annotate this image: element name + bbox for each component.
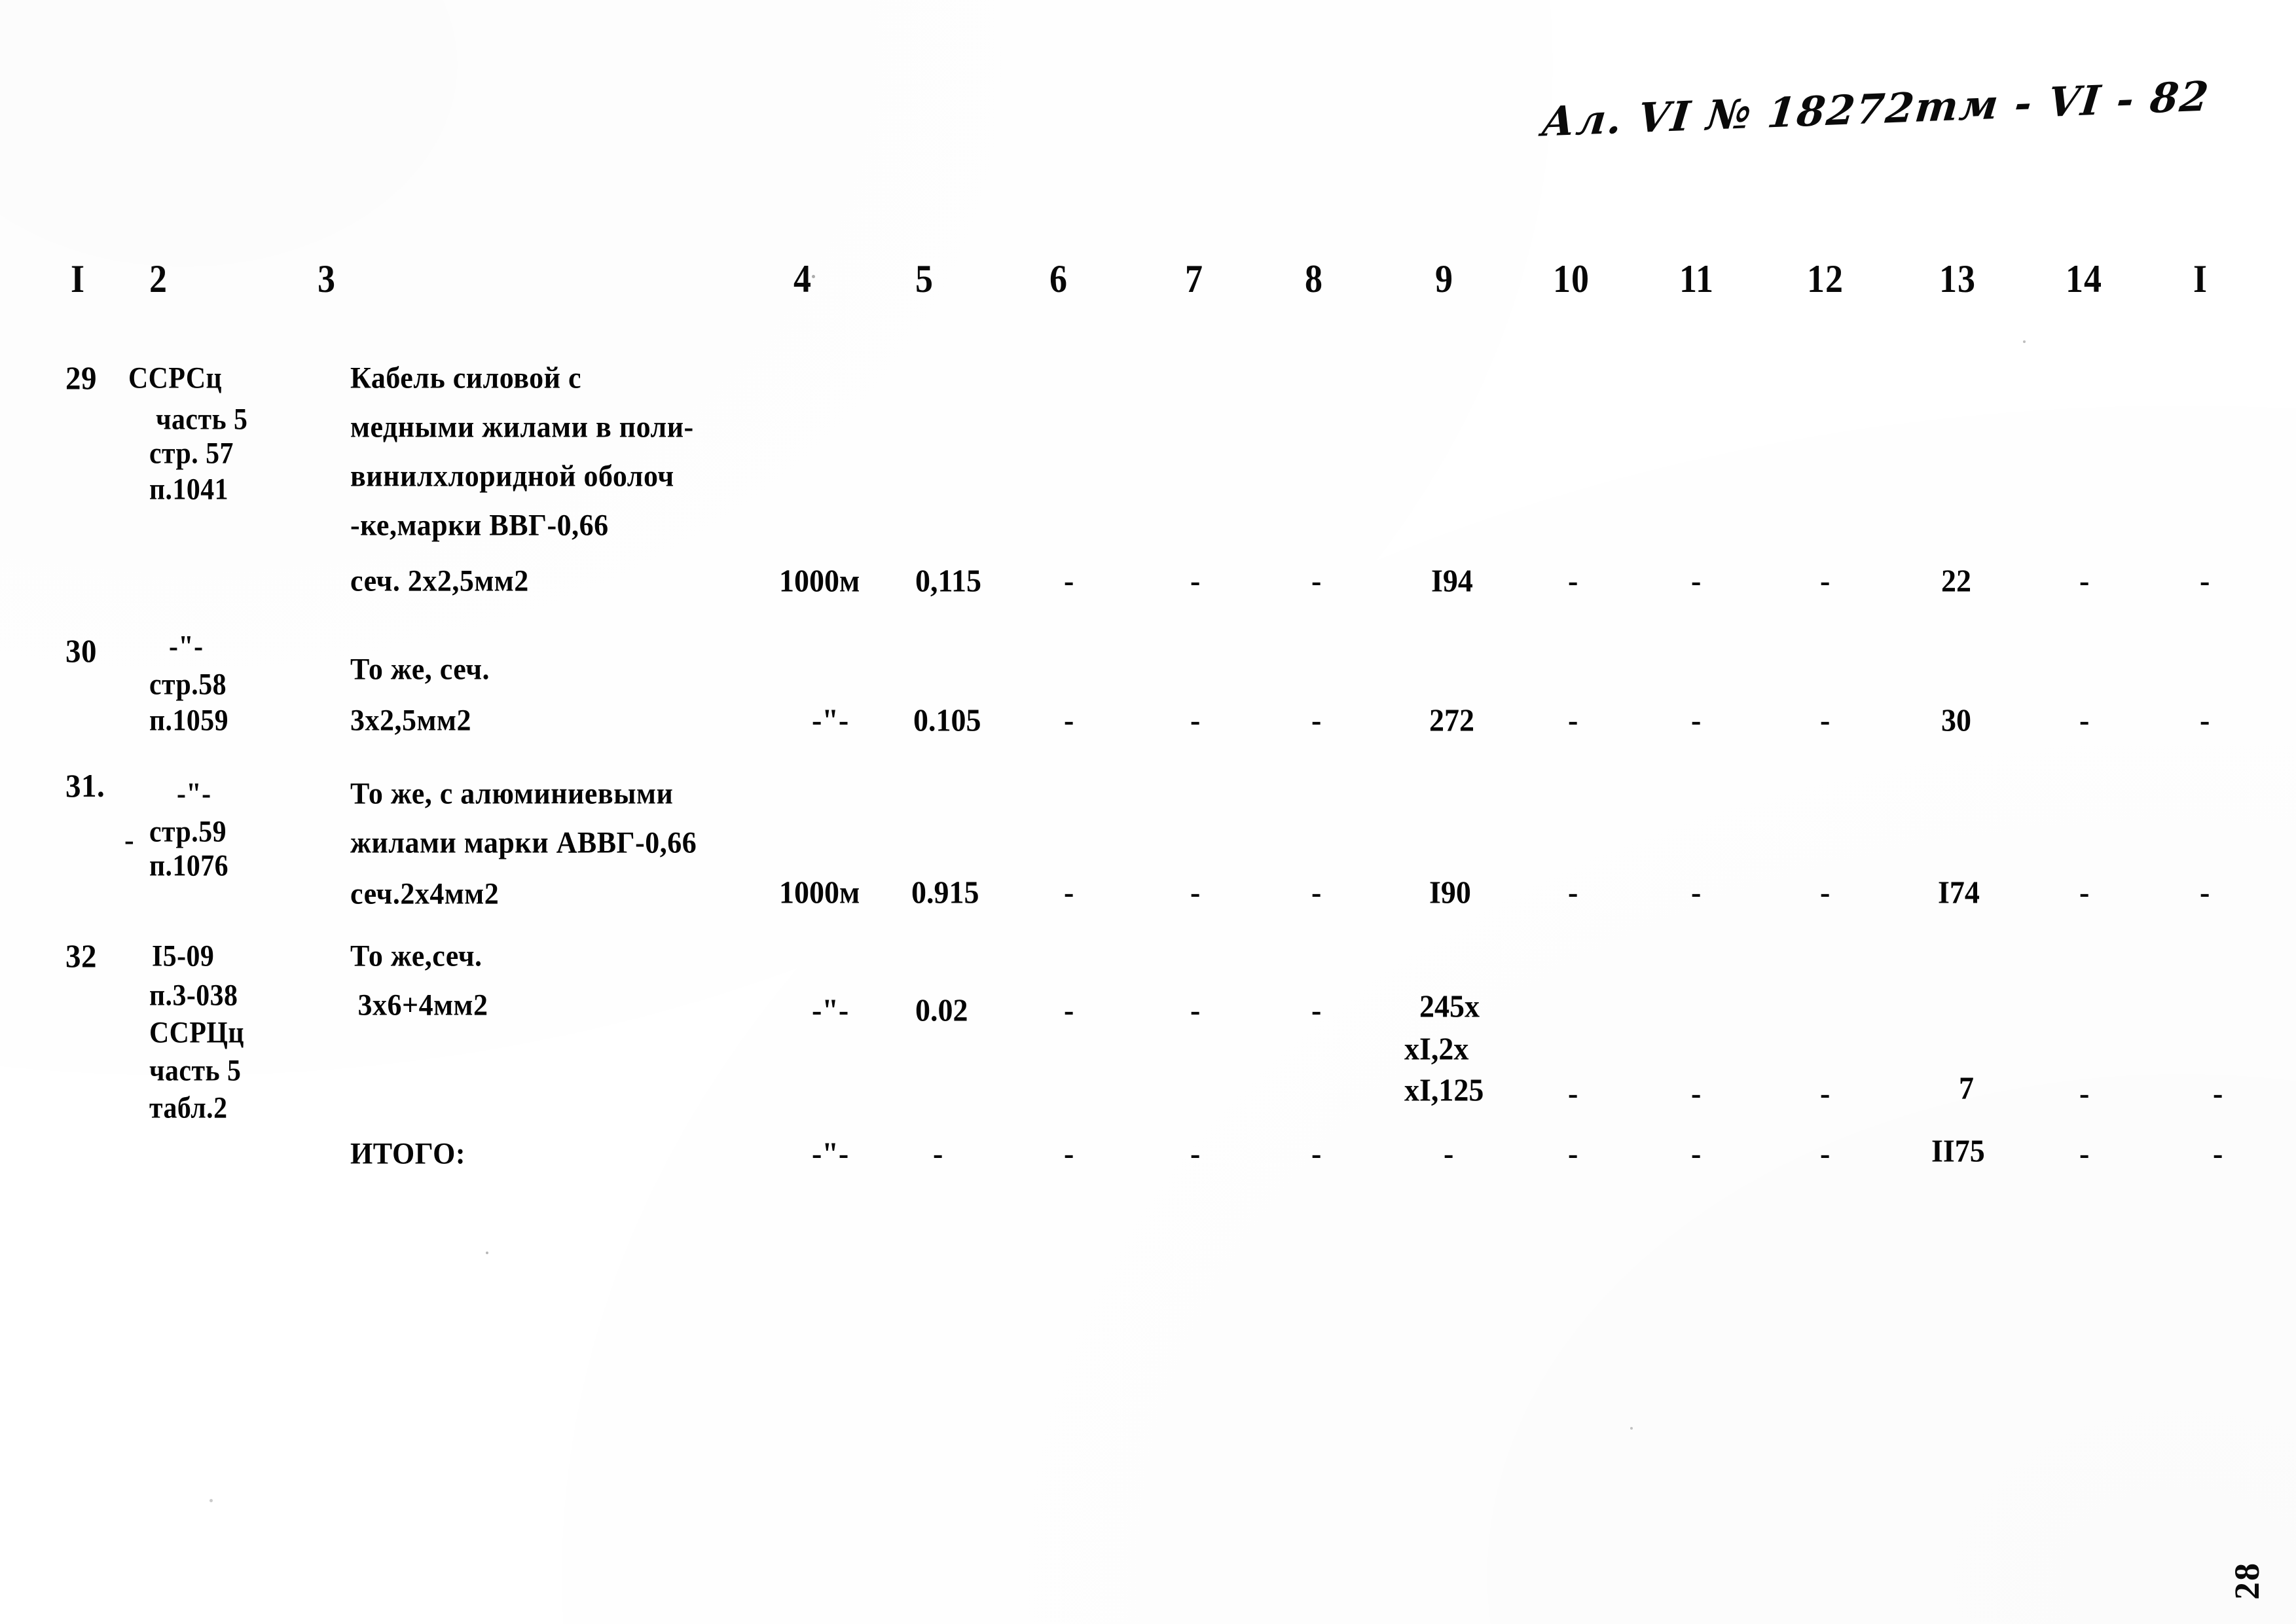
value-col12: - [1820, 1075, 1831, 1111]
reference-line: ССРСц [128, 361, 223, 395]
reference-line: -"- [169, 629, 204, 664]
reference-line: п.1059 [149, 703, 228, 738]
value-col15: - [2200, 563, 2210, 599]
reference-line: часть 5 [149, 1053, 242, 1088]
value-col9-line: 245х [1419, 988, 1480, 1024]
value-col10: - [1568, 875, 1578, 911]
value-col13: I74 [1938, 875, 1980, 911]
total-col11: - [1691, 1136, 1702, 1172]
description-line: Кабель силовой с [350, 361, 582, 395]
total-col5: - [933, 1136, 943, 1172]
value-col5: 0.915 [911, 875, 979, 911]
description-line: 3х6+4мм2 [350, 988, 488, 1022]
value-col13: 7 [1959, 1070, 1974, 1106]
value-col8: - [1311, 992, 1322, 1028]
total-col8: - [1311, 1136, 1322, 1172]
value-col8: - [1311, 563, 1322, 599]
value-col8: - [1311, 875, 1322, 911]
value-col9: I94 [1431, 563, 1473, 599]
description-line: То же,сеч. [350, 939, 483, 973]
reference-line: табл.2 [149, 1091, 228, 1125]
description-line: сеч. 2х2,5мм2 [350, 564, 529, 598]
value-col8: - [1311, 702, 1322, 738]
unit-cell: -"- [812, 992, 849, 1028]
value-col15: - [2200, 702, 2210, 738]
value-col9-line: хI,2х [1404, 1031, 1469, 1067]
value-col9: 272 [1429, 702, 1474, 738]
description-line: винилхлоридной оболоч [350, 459, 674, 494]
reference-line: п.1076 [149, 848, 228, 883]
total-label: ИТОГО: [350, 1136, 465, 1171]
estimate-table-body: 29 ССРСц часть 5 стр. 57 п.1041 Кабель с… [0, 0, 2296, 1624]
scanned-page: Ал. VI № 18272тм - VI - 82 I 2 3 4 5 6 7… [0, 0, 2296, 1624]
total-unit: -"- [812, 1136, 849, 1172]
value-col11: - [1691, 875, 1702, 911]
value-col6: - [1064, 702, 1074, 738]
total-col12: - [1820, 1136, 1831, 1172]
value-col10: - [1568, 563, 1578, 599]
value-col5: 0.105 [913, 702, 981, 738]
row-number: 31. [65, 768, 105, 804]
value-col12: - [1820, 702, 1831, 738]
value-col10: - [1568, 1075, 1578, 1111]
value-col10: - [1568, 702, 1578, 738]
value-col14: - [2079, 875, 2090, 911]
value-col5: 0,115 [915, 563, 981, 599]
value-col15: - [2200, 875, 2210, 911]
description-line: сеч.2х4мм2 [350, 876, 500, 911]
row-number: 29 [65, 360, 97, 397]
total-col9: - [1444, 1136, 1454, 1172]
value-col6: - [1064, 875, 1074, 911]
total-col13: II75 [1931, 1133, 1985, 1169]
value-col11: - [1691, 702, 1702, 738]
description-line: жилами марки АВВГ-0,66 [350, 825, 697, 860]
value-col5: 0.02 [915, 992, 968, 1028]
row-number: 30 [65, 633, 97, 670]
row-number: 32 [65, 938, 97, 975]
total-col10: - [1568, 1136, 1578, 1172]
value-col7: - [1190, 875, 1201, 911]
value-col7: - [1190, 992, 1201, 1028]
description-line: медными жилами в поли- [350, 410, 694, 444]
value-col12: - [1820, 875, 1831, 911]
continuation-dash-marker: - [124, 824, 134, 856]
value-col14: - [2079, 1075, 2090, 1111]
description-line: То же, сеч. [350, 652, 490, 687]
value-col9: I90 [1429, 875, 1471, 911]
reference-line: п.1041 [149, 472, 228, 507]
value-col14: - [2079, 702, 2090, 738]
description-line: 3х2,5мм2 [350, 703, 471, 738]
total-col15: - [2213, 1136, 2223, 1172]
reference-line: I5-09 [152, 939, 215, 973]
value-col14: - [2079, 563, 2090, 599]
page-number: 28 [2227, 1562, 2267, 1600]
reference-line: ССРЦц [149, 1015, 244, 1050]
value-col6: - [1064, 992, 1074, 1028]
total-col7: - [1190, 1136, 1201, 1172]
total-col14: - [2079, 1136, 2090, 1172]
value-col9-line: хI,125 [1404, 1072, 1484, 1108]
value-col13: 30 [1941, 702, 1971, 738]
value-col15: - [2213, 1075, 2223, 1111]
value-col7: - [1190, 702, 1201, 738]
reference-line: п.3-038 [149, 978, 238, 1013]
unit-cell: 1000м [779, 875, 860, 911]
value-col12: - [1820, 563, 1831, 599]
value-col13: 22 [1941, 563, 1971, 599]
value-col6: - [1064, 563, 1074, 599]
description-line: -ке,марки ВВГ-0,66 [350, 508, 609, 543]
value-col11: - [1691, 1075, 1702, 1111]
unit-cell: 1000м [779, 563, 860, 599]
description-line: То же, с алюминиевыми [350, 776, 674, 811]
total-col6: - [1064, 1136, 1074, 1172]
value-col7: - [1190, 563, 1201, 599]
unit-cell: -"- [812, 702, 849, 738]
value-col11: - [1691, 563, 1702, 599]
reference-line: -"- [177, 776, 211, 811]
